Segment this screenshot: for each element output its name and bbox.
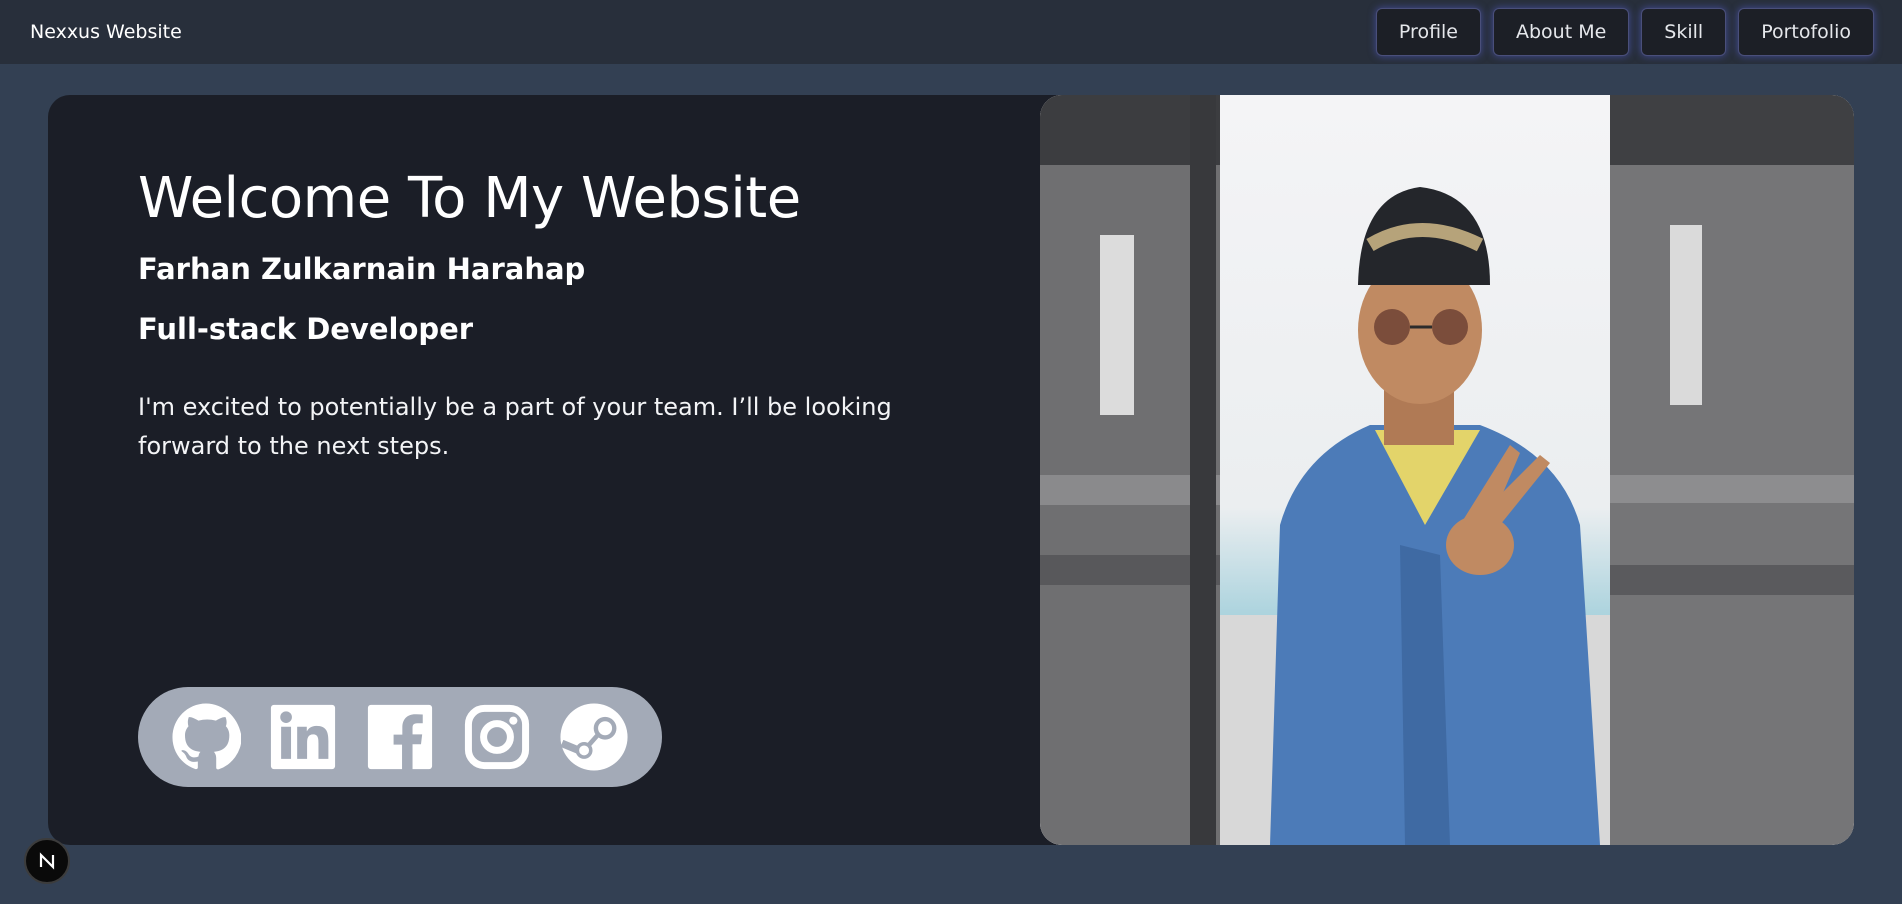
nav-profile-button[interactable]: Profile	[1375, 8, 1481, 56]
site-brand[interactable]: Nexxus Website	[30, 21, 182, 43]
nav-about-me-button[interactable]: About Me	[1493, 8, 1630, 56]
linkedin-icon[interactable]	[268, 702, 338, 772]
intro-section: Welcome To My Website Farhan Zulkarnain …	[138, 165, 998, 465]
nextjs-dev-badge[interactable]	[24, 838, 70, 884]
github-icon[interactable]	[171, 702, 242, 772]
person-role: Full-stack Developer	[138, 312, 474, 347]
hero-card: Welcome To My Website Farhan Zulkarnain …	[48, 95, 1854, 845]
welcome-heading: Welcome To My Website	[138, 166, 801, 231]
social-links-bar	[138, 687, 662, 787]
nav-menu: Profile About Me Skill Portofolio	[1375, 8, 1874, 56]
nav-skill-button[interactable]: Skill	[1641, 8, 1727, 56]
person-name: Farhan Zulkarnain Harahap	[138, 252, 586, 287]
nav-portfolio-button[interactable]: Portofolio	[1738, 8, 1874, 56]
bio-text: I'm excited to potentially be a part of …	[138, 393, 892, 460]
navbar: Nexxus Website Profile About Me Skill Po…	[0, 0, 1902, 64]
facebook-icon[interactable]	[365, 702, 435, 772]
profile-photo	[1040, 95, 1854, 845]
instagram-icon[interactable]	[462, 702, 532, 772]
nextjs-icon	[39, 852, 55, 870]
steam-icon[interactable]	[559, 702, 629, 772]
